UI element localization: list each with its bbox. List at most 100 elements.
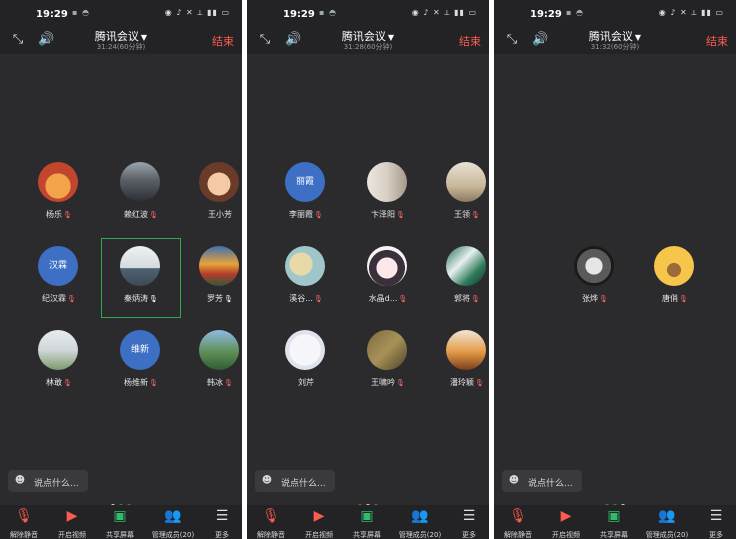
participant-name: 卞泽阳 xyxy=(371,210,396,219)
participant-name-row: 韩冰🎙 xyxy=(180,377,242,388)
manage-members-label: 管理成员(20) xyxy=(645,531,689,539)
avatar xyxy=(367,246,407,286)
more-button[interactable]: ☰ 更多 xyxy=(445,505,489,539)
mic-muted-icon: 🎙 xyxy=(314,211,323,219)
mic-muted-icon: 🎙 xyxy=(599,295,608,303)
participant-name-row: 杨乐🎙 xyxy=(19,209,99,220)
share-screen-button[interactable]: ▣ 共享屏幕 xyxy=(96,505,144,539)
mic-muted-icon: 🎙 xyxy=(262,508,280,524)
unmute-button[interactable]: 🎙 解除静音 xyxy=(0,505,48,539)
participant-name-row: 林敢🎙 xyxy=(19,377,99,388)
participant-name: 唐俏 xyxy=(662,294,679,303)
participant-name: 李丽霞 xyxy=(289,210,314,219)
participant-name-row: 杨维新🎙 xyxy=(101,377,181,388)
participant-name: 王领 xyxy=(454,210,471,219)
participant-tile[interactable]: 唐俏🎙 xyxy=(635,238,715,318)
participant-tile[interactable]: 赖红波🎙 xyxy=(101,154,181,234)
participant-tile[interactable]: 维新 杨维新🎙 xyxy=(101,322,181,402)
more-icon: ☰ xyxy=(215,508,229,524)
mic-muted-icon: 🎙 xyxy=(313,295,323,303)
participant-tile[interactable]: 王领🎙 xyxy=(427,154,489,234)
mic-muted-icon: 🎙 xyxy=(63,379,72,387)
meeting-screen-3: 19:29 ▪ ◓ ◉ ♪ ✕ ⟂ ▮▮ ▭ ⤡ 🔊 腾讯会议 ▼ 31:32(6… xyxy=(494,0,736,539)
chat-input[interactable]: ☻ 说点什么... xyxy=(502,470,582,492)
participant-tile[interactable]: 林敢🎙 xyxy=(19,322,99,402)
meeting-duration: 31:32(60分钟) xyxy=(590,43,640,51)
more-button[interactable]: ☰ 更多 xyxy=(198,505,242,539)
participant-tile[interactable]: 汉霖 纪汉霖🎙 xyxy=(19,238,99,318)
mic-muted-icon: 🎙 xyxy=(475,379,484,387)
participant-tile[interactable]: 刘芹 xyxy=(266,322,346,402)
start-video-button[interactable]: ▶ 开启视频 xyxy=(48,505,96,539)
share-screen-button[interactable]: ▣ 共享屏幕 xyxy=(343,505,391,539)
more-button[interactable]: ☰ 更多 xyxy=(692,505,736,539)
participant-tile[interactable]: 王啸吟🎙 xyxy=(348,322,428,402)
start-video-button[interactable]: ▶ 开启视频 xyxy=(295,505,343,539)
participant-name-row: 秦炳涛🎙 xyxy=(102,293,180,304)
bottom-toolbar: 🎙 解除静音 ▶ 开启视频 ▣ 共享屏幕 👥 管理成员(20) ☰ 更多 xyxy=(247,505,489,539)
meeting-header: ⤡ 🔊 腾讯会议 ▼ 31:32(60分钟) 结束 xyxy=(494,28,736,54)
avatar: 丽霞 xyxy=(285,162,325,202)
start-video-button[interactable]: ▶ 开启视频 xyxy=(542,505,590,539)
avatar xyxy=(38,330,78,370)
meeting-screen-2: 19:29 ▪ ◓ ◉ ♪ ✕ ⟂ ▮▮ ▭ ⤡ 🔊 腾讯会议 ▼ 31:28(6… xyxy=(247,0,489,539)
end-meeting-button[interactable]: 结束 xyxy=(212,33,234,49)
manage-members-button[interactable]: 👥 管理成员(20) xyxy=(393,505,447,539)
status-right-icons: ◉ ♪ ✕ ⟂ ▮▮ ▭ xyxy=(411,8,477,17)
participant-tile[interactable]: 丽霞李丽霞🎙 xyxy=(266,154,346,234)
participant-tile[interactable]: 罗芳🎙 xyxy=(180,238,242,318)
unmute-label: 解除静音 xyxy=(504,531,532,539)
video-off-icon: ▶ xyxy=(560,508,572,524)
mic-muted-icon: 🎙 xyxy=(15,508,33,524)
chat-input[interactable]: ☻ 说点什么... xyxy=(255,470,335,492)
participant-name-row: 刘芹 xyxy=(266,377,346,388)
participant-name-row: 王小芳 xyxy=(180,209,242,220)
participant-name: 杨维新 xyxy=(124,378,149,387)
video-off-icon: ▶ xyxy=(66,508,78,524)
manage-members-label: 管理成员(20) xyxy=(151,531,195,539)
meeting-screen-1: 19:29 ▪ ◓ ◉ ♪ ✕ ⟂ ▮▮ ▭ ⤡ 🔊 腾讯会议 ▼ 31:24(6… xyxy=(0,0,242,539)
participant-name-row: 郭将🎙 xyxy=(427,293,489,304)
participant-tile[interactable]: 杨乐🎙 xyxy=(19,154,99,234)
participant-tile[interactable]: 郭将🎙 xyxy=(427,238,489,318)
participant-tile[interactable]: 溪谷...🎙 xyxy=(266,238,346,318)
mic-icon: 🎙 xyxy=(224,295,233,303)
mic-icon: 🎙 xyxy=(149,295,158,303)
status-right-icons: ◉ ♪ ✕ ⟂ ▮▮ ▭ xyxy=(164,8,230,17)
participant-tile[interactable]: 潘玲颖🎙 xyxy=(427,322,489,402)
participant-tile[interactable]: 秦炳涛🎙 xyxy=(101,238,181,318)
avatar xyxy=(367,330,407,370)
share-screen-icon: ▣ xyxy=(607,508,621,524)
status-bar: 19:29 ▪ ◓ ◉ ♪ ✕ ⟂ ▮▮ ▭ xyxy=(494,0,736,28)
participant-tile[interactable]: 水晶d...🎙 xyxy=(348,238,428,318)
chevron-down-icon: ▼ xyxy=(634,33,642,42)
status-left-icons: ▪ ◓ xyxy=(566,8,584,17)
emoji-icon[interactable]: ☻ xyxy=(508,475,520,487)
unmute-button[interactable]: 🎙 解除静音 xyxy=(494,505,542,539)
participant-tile[interactable]: 韩冰🎙 xyxy=(180,322,242,402)
emoji-icon[interactable]: ☻ xyxy=(261,475,273,487)
chat-input[interactable]: ☻ 说点什么... xyxy=(8,470,88,492)
mic-muted-icon: 🎙 xyxy=(396,379,405,387)
end-meeting-button[interactable]: 结束 xyxy=(706,33,728,49)
participant-tile[interactable]: 张烨🎙 xyxy=(555,238,635,318)
status-bar: 19:29 ▪ ◓ ◉ ♪ ✕ ⟂ ▮▮ ▭ xyxy=(0,0,242,28)
avatar xyxy=(574,246,614,286)
chat-placeholder: 说点什么... xyxy=(34,479,79,489)
manage-members-button[interactable]: 👥 管理成员(20) xyxy=(146,505,200,539)
share-screen-label: 共享屏幕 xyxy=(600,531,628,539)
unmute-label: 解除静音 xyxy=(10,531,38,539)
participant-tile[interactable]: 王小芳 xyxy=(180,154,242,234)
end-meeting-button[interactable]: 结束 xyxy=(459,33,481,49)
mic-muted-icon: 🎙 xyxy=(63,211,72,219)
avatar xyxy=(38,162,78,202)
emoji-icon[interactable]: ☻ xyxy=(14,475,26,487)
unmute-button[interactable]: 🎙 解除静音 xyxy=(247,505,295,539)
bottom-toolbar: 🎙 解除静音 ▶ 开启视频 ▣ 共享屏幕 👥 管理成员(20) ☰ 更多 xyxy=(494,505,736,539)
participant-tile[interactable]: 卞泽阳🎙 xyxy=(348,154,428,234)
share-screen-button[interactable]: ▣ 共享屏幕 xyxy=(590,505,638,539)
manage-members-button[interactable]: 👥 管理成员(20) xyxy=(640,505,694,539)
mic-muted-icon: 🎙 xyxy=(396,211,405,219)
start-video-label: 开启视频 xyxy=(305,531,333,539)
more-label: 更多 xyxy=(709,531,723,539)
